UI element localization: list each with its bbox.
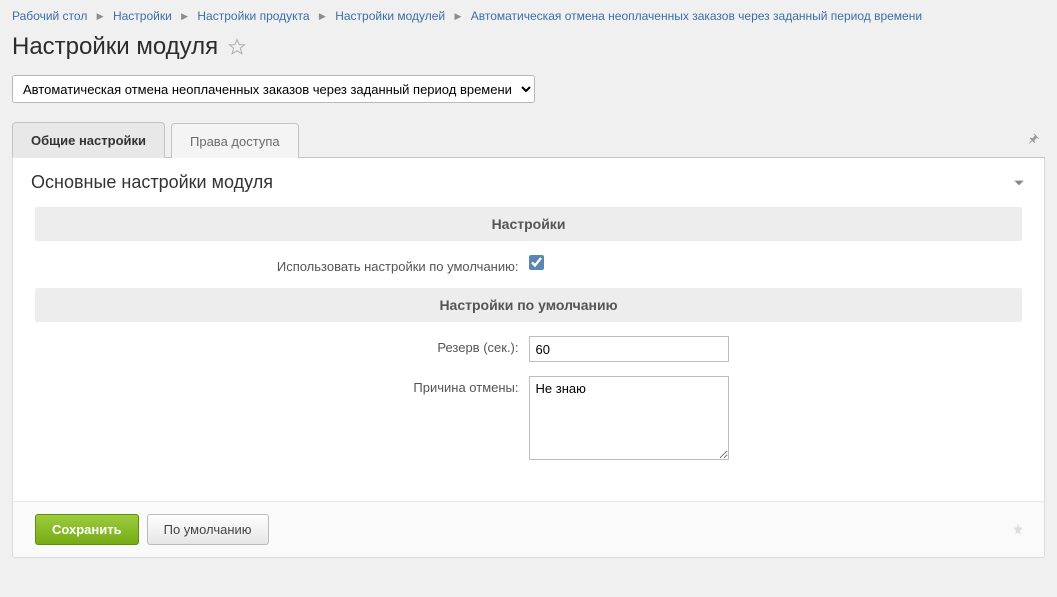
- use-default-label: Использовать настройки по умолчанию:: [35, 255, 529, 274]
- breadcrumb-item[interactable]: Настройки: [113, 9, 172, 23]
- use-default-checkbox[interactable]: [529, 255, 544, 270]
- chevron-right-icon: ▶: [319, 11, 326, 22]
- star-icon[interactable]: [228, 38, 246, 56]
- chevron-right-icon: ▶: [181, 11, 188, 22]
- chevron-right-icon: ▶: [454, 11, 461, 22]
- section-header-settings: Настройки: [35, 207, 1022, 241]
- breadcrumb-item[interactable]: Рабочий стол: [12, 9, 87, 23]
- default-button[interactable]: По умолчанию: [147, 514, 269, 545]
- pin-icon[interactable]: [1010, 522, 1026, 538]
- settings-panel: Основные настройки модуля Настройки Испо…: [12, 158, 1045, 558]
- cancel-reason-textarea[interactable]: [529, 376, 729, 460]
- module-select[interactable]: Автоматическая отмена неоплаченных заказ…: [12, 75, 535, 103]
- chevron-down-icon[interactable]: [1012, 176, 1026, 190]
- breadcrumb: Рабочий стол ▶ Настройки ▶ Настройки про…: [0, 0, 1057, 29]
- panel-title: Основные настройки модуля: [31, 172, 273, 193]
- breadcrumb-item[interactable]: Настройки модулей: [335, 9, 445, 23]
- pin-icon[interactable]: [1025, 131, 1041, 147]
- breadcrumb-item[interactable]: Автоматическая отмена неоплаченных заказ…: [471, 9, 922, 23]
- breadcrumb-item[interactable]: Настройки продукта: [197, 9, 309, 23]
- reserve-input[interactable]: [529, 336, 729, 362]
- save-button[interactable]: Сохранить: [35, 514, 139, 545]
- tab-access-rights[interactable]: Права доступа: [171, 123, 299, 158]
- section-header-defaults: Настройки по умолчанию: [35, 288, 1022, 322]
- page-title: Настройки модуля: [12, 33, 218, 61]
- cancel-reason-label: Причина отмены:: [35, 376, 529, 395]
- chevron-right-icon: ▶: [97, 11, 104, 22]
- reserve-label: Резерв (сек.):: [35, 336, 529, 355]
- tab-general-settings[interactable]: Общие настройки: [12, 122, 165, 158]
